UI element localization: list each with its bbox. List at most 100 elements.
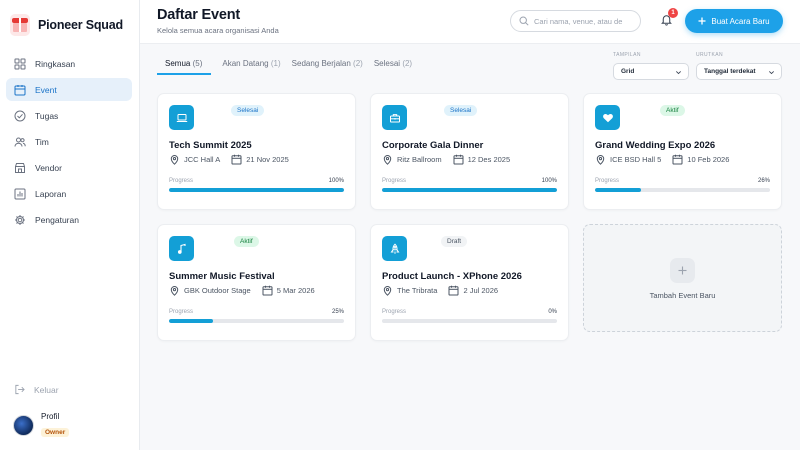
- location-pin-icon: [383, 286, 392, 296]
- search-icon: [519, 16, 529, 26]
- plus-icon: [670, 258, 695, 283]
- tab-count: (2): [353, 59, 363, 68]
- progress-label: Progress: [595, 178, 620, 184]
- event-card[interactable]: Selesai Corporate Gala Dinner Ritz Ballr…: [370, 93, 569, 210]
- event-venue: GBK Outdoor Stage: [184, 286, 251, 295]
- event-venue: Ritz Ballroom: [397, 155, 442, 164]
- sidebar-item-pengaturan[interactable]: Pengaturan: [6, 208, 132, 231]
- event-date: 21 Nov 2025: [246, 155, 289, 164]
- sidebar-item-vendor[interactable]: Vendor: [6, 156, 132, 179]
- calendar-icon: [231, 154, 242, 165]
- location-pin-icon: [383, 155, 392, 165]
- grid-icon: [14, 58, 26, 69]
- event-venue: ICE BSD Hall 5: [610, 155, 662, 164]
- brand[interactable]: Pioneer Squad: [10, 14, 123, 36]
- music-note-icon: [177, 243, 186, 254]
- sidebar-item-label: Laporan: [35, 188, 67, 199]
- sidebar-item-event[interactable]: Event: [6, 78, 132, 101]
- page-subtitle: Kelola semua acara organisasi Anda: [157, 26, 279, 35]
- logout-button[interactable]: Keluar: [14, 384, 59, 395]
- gift-logo-icon: [10, 14, 30, 36]
- progress-fill: [382, 188, 557, 192]
- event-title: Product Launch - XPhone 2026: [382, 271, 522, 282]
- search-box[interactable]: [510, 10, 641, 32]
- progress-label: Progress: [169, 178, 194, 184]
- tab-count: (2): [402, 59, 413, 68]
- event-card[interactable]: Selesai Tech Summit 2025 JCC Hall A 21 N…: [157, 93, 356, 210]
- sort-select[interactable]: Tanggal terdekat: [696, 63, 782, 80]
- sidebar-item-tugas[interactable]: Tugas: [6, 104, 132, 127]
- view-value: Grid: [621, 68, 635, 75]
- sidebar-item-label: Vendor: [35, 162, 62, 173]
- laptop-icon: [176, 113, 187, 122]
- search-input[interactable]: [534, 16, 634, 26]
- tab-sedang-berjalan[interactable]: Sedang Berjalan (2): [292, 56, 363, 75]
- event-meta: ICE BSD Hall 5 10 Feb 2026: [595, 154, 729, 165]
- sidebar-item-label: Ringkasan: [35, 58, 76, 69]
- progress-label: Progress: [169, 309, 194, 315]
- progress-bar: [169, 319, 344, 323]
- store-icon: [15, 162, 25, 173]
- create-event-button[interactable]: Buat Acara Baru: [685, 9, 783, 33]
- sidebar-item-label: Tugas: [35, 110, 59, 121]
- notification-button[interactable]: 1: [660, 8, 678, 27]
- check-circle-icon: [14, 110, 26, 121]
- sidebar-item-tim[interactable]: Tim: [6, 130, 132, 153]
- profile[interactable]: Profil Owner: [13, 412, 70, 439]
- tab-label: Semua: [165, 59, 191, 68]
- progress-value: 0%: [548, 309, 557, 315]
- tab-count: (1): [270, 59, 281, 68]
- tab-label: Selesai: [373, 59, 401, 68]
- sidebar-item-label: Event: [35, 84, 57, 95]
- status-badge: Aktif: [660, 105, 685, 116]
- avatar: [13, 415, 34, 436]
- event-card[interactable]: Aktif Summer Music Festival GBK Outdoor …: [157, 224, 356, 341]
- top-header: Daftar Event Kelola semua acara organisa…: [140, 0, 800, 44]
- tab-akan-datang[interactable]: Akan Datang (1): [222, 56, 280, 75]
- location-pin-icon: [596, 155, 605, 165]
- event-date: 12 Des 2025: [467, 155, 511, 164]
- calendar-icon: [453, 154, 464, 165]
- status-badge: Aktif: [234, 236, 259, 247]
- event-icon: [169, 105, 194, 130]
- sidebar-item-label: Pengaturan: [35, 214, 79, 225]
- location-pin-icon: [170, 155, 179, 165]
- page-title: Daftar Event: [157, 7, 241, 23]
- event-date: 2 Jul 2026: [463, 286, 499, 295]
- view-select[interactable]: Grid: [613, 63, 689, 80]
- event-card[interactable]: Aktif Grand Wedding Expo 2026 ICE BSD Ha…: [583, 93, 782, 210]
- sidebar-item-laporan[interactable]: Laporan: [6, 182, 132, 205]
- progress-value: 100%: [328, 178, 344, 184]
- progress-fill: [169, 319, 213, 323]
- event-venue: JCC Hall A: [184, 155, 221, 164]
- add-event-card[interactable]: Tambah Event Baru: [583, 224, 782, 332]
- notification-badge: 1: [668, 8, 678, 18]
- sidebar-item-ringkasan[interactable]: Ringkasan: [6, 52, 132, 75]
- status-badge: Draft: [441, 236, 468, 247]
- tab-selesai[interactable]: Selesai (2): [374, 56, 412, 75]
- tab-label: Akan Datang: [222, 59, 269, 68]
- chevron-down-icon: [676, 71, 681, 75]
- event-meta: The Tribrata 2 Jul 2026: [382, 285, 498, 296]
- filter-tabs: Semua (5) Akan Datang (1) Sedang Berjala…: [157, 56, 423, 75]
- event-card[interactable]: Draft Product Launch - XPhone 2026 The T…: [370, 224, 569, 341]
- logout-label: Keluar: [34, 384, 59, 395]
- sidebar-item-label: Tim: [35, 136, 49, 147]
- progress-value: 100%: [541, 178, 557, 184]
- plus-icon: [698, 17, 706, 25]
- event-meta: Ritz Ballroom 12 Des 2025: [382, 154, 510, 165]
- profile-name: Profil: [41, 412, 60, 421]
- progress-bar: [382, 319, 557, 323]
- event-title: Summer Music Festival: [169, 271, 275, 282]
- calendar-icon: [262, 285, 273, 296]
- event-meta: GBK Outdoor Stage 5 Mar 2026: [169, 285, 315, 296]
- heart-icon: [602, 113, 613, 122]
- tab-semua[interactable]: Semua (5): [157, 56, 212, 75]
- sidebar: Pioneer Squad Ringkasan Event Tugas Tim …: [0, 0, 140, 450]
- progress-bar: [169, 188, 344, 192]
- event-icon: [382, 105, 407, 130]
- progress-fill: [595, 188, 641, 192]
- calendar-icon: [448, 285, 459, 296]
- progress-fill: [169, 188, 344, 192]
- progress-value: 25%: [331, 309, 344, 315]
